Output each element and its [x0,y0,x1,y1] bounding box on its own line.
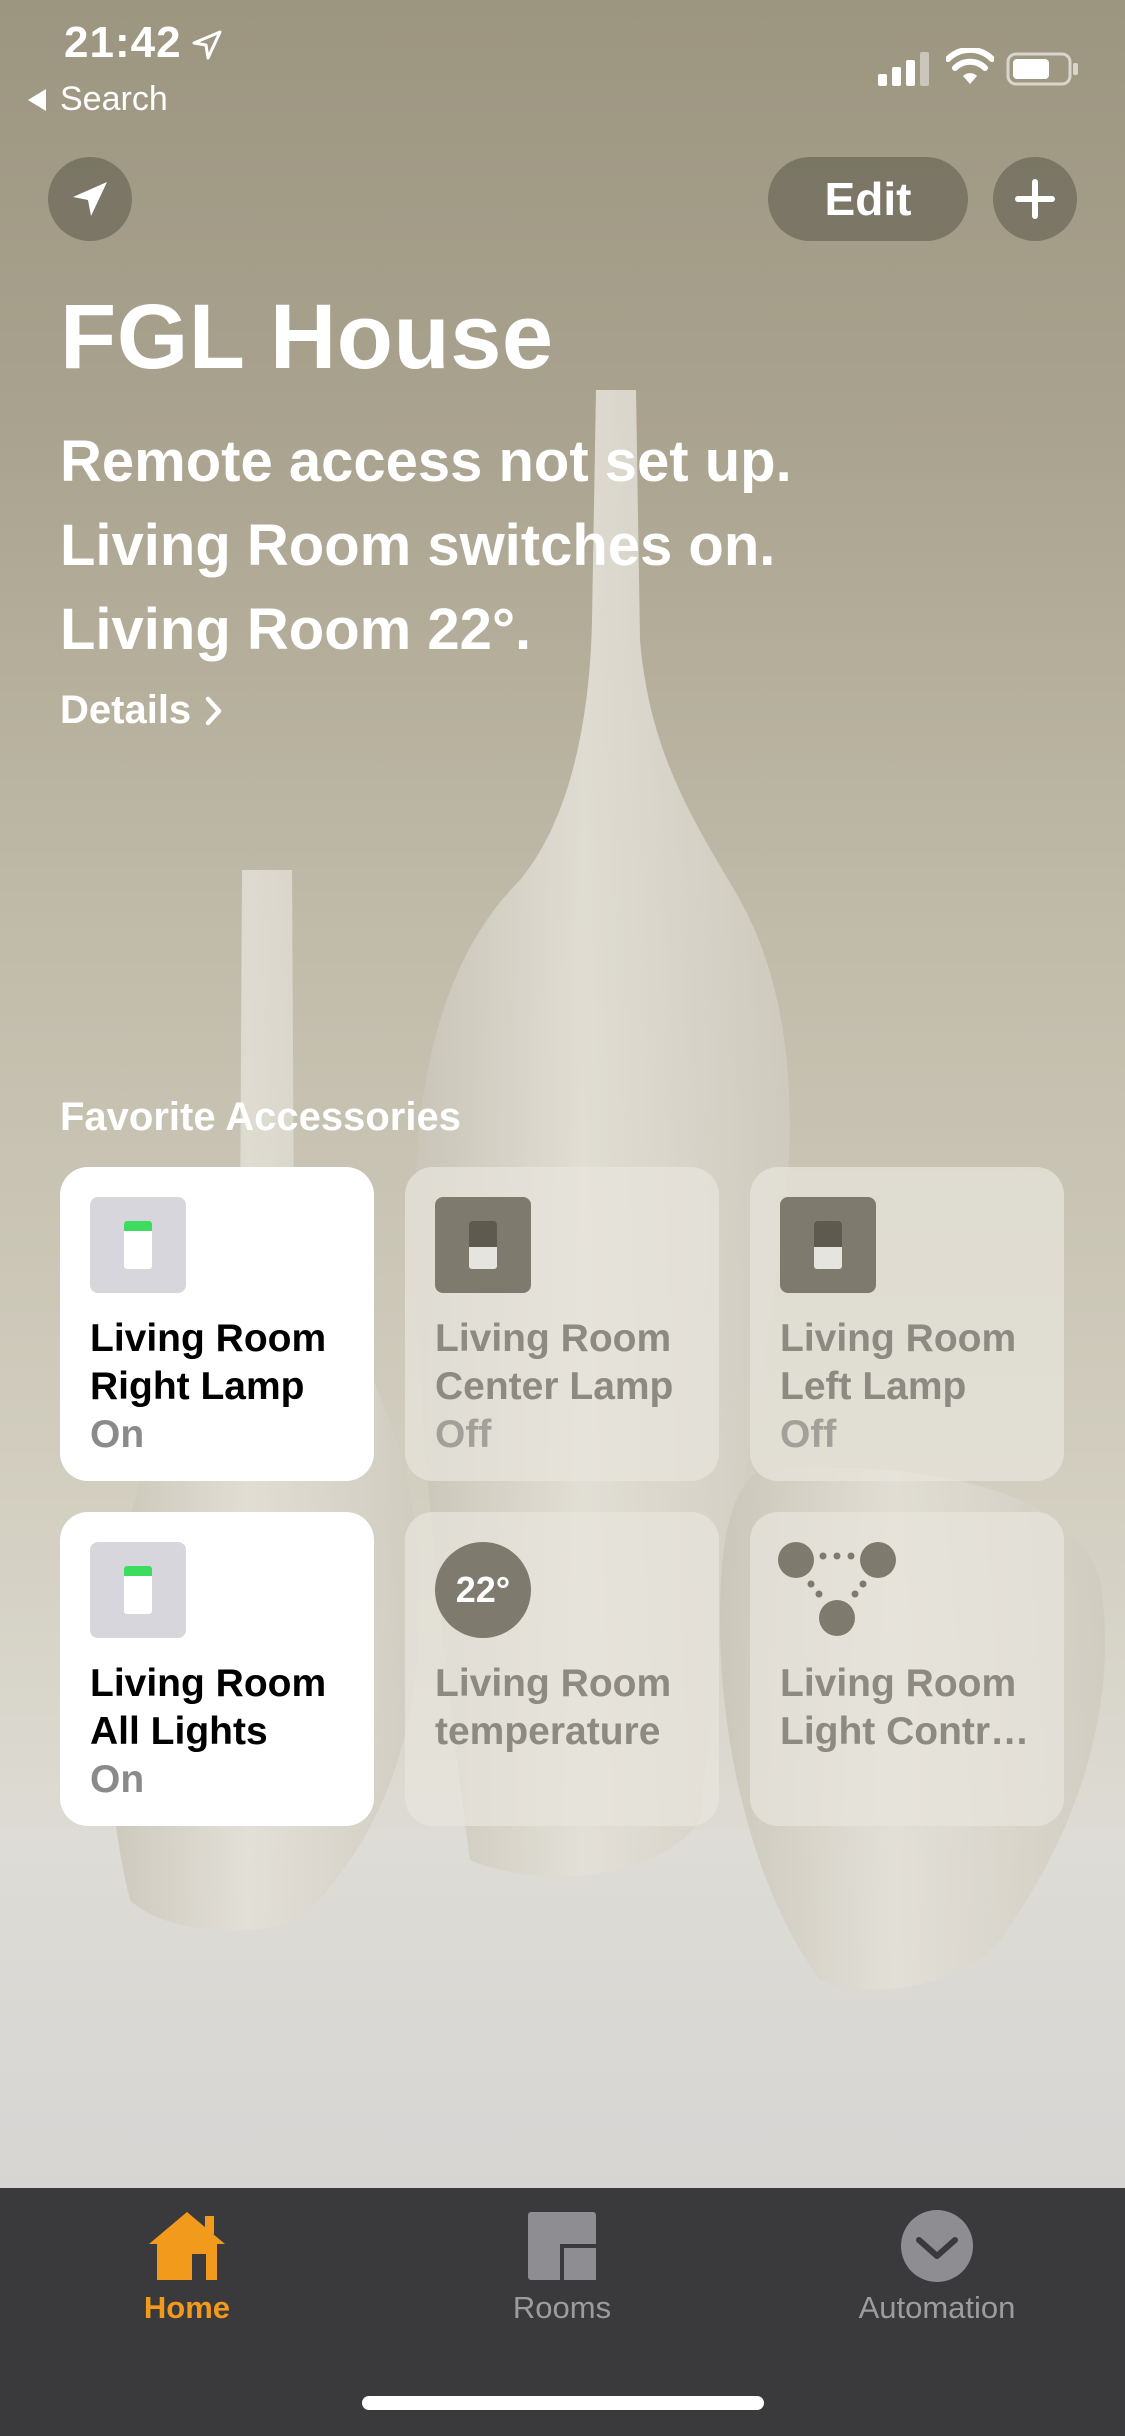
tab-label: Rooms [512,2290,612,2325]
tab-label: Home [143,2290,231,2325]
plus-icon [1015,179,1055,219]
accessory-name-line: Right Lamp [90,1365,305,1408]
accessory-tile-temperature[interactable]: 22° Living Room temperature [405,1512,719,1826]
location-arrow-icon [73,182,107,216]
details-link[interactable]: Details [60,688,223,733]
tab-home[interactable]: Home [67,2208,307,2326]
accessory-name-line: temperature [435,1710,661,1753]
light-switch-icon [90,1197,186,1293]
wifi-icon [945,46,995,91]
accessory-tile-all-lights[interactable]: Living Room All Lights On [60,1512,374,1826]
accessory-name: Living Room Right Lamp [90,1315,360,1411]
clock-check-icon [901,2210,973,2282]
accessory-tile-center-lamp[interactable]: Living Room Center Lamp Off [405,1167,719,1481]
accessory-name: Living Room Light Contr… [780,1660,1050,1756]
accessory-name-line: Living Room [780,1662,1017,1705]
accessory-name-line: Light Contr… [780,1710,1030,1753]
house-icon [149,2212,225,2280]
accessory-state: Off [435,1413,492,1456]
bridge-icon [778,1542,896,1636]
favorites-section-title: Favorite Accessories [60,1095,461,1139]
light-switch-icon [435,1197,531,1293]
accessory-name-line: Living Room [435,1317,672,1360]
accessory-name: Living Room Left Lamp [780,1315,1050,1411]
accessory-state: On [90,1413,145,1456]
tab-automation[interactable]: Automation [817,2208,1057,2326]
accessory-state: Off [780,1413,837,1456]
home-status-summary: Remote access not set up. Living Room sw… [60,420,792,672]
accessory-name-line: Living Room [780,1317,1017,1360]
status-line: Living Room switches on. [60,513,776,578]
back-label: Search [60,80,168,118]
accessory-name: Living Room All Lights [90,1660,360,1756]
location-services-icon [192,30,222,65]
thermometer-icon: 22° [435,1542,531,1638]
rooms-icon [528,2212,596,2280]
back-to-search-button[interactable]: Search [28,80,168,119]
tab-rooms[interactable]: Rooms [442,2208,682,2326]
light-switch-icon [780,1197,876,1293]
status-time: 21:42 [64,18,182,67]
accessory-tile-right-lamp[interactable]: Living Room Right Lamp On [60,1167,374,1481]
accessory-name-line: Living Room [435,1662,672,1705]
edit-button[interactable]: Edit [768,157,968,241]
back-arrow-icon [28,88,46,111]
status-line: Living Room 22°. [60,597,532,662]
accessory-name-line: Living Room [90,1662,327,1705]
add-button[interactable] [993,157,1077,241]
accessory-name-line: Center Lamp [435,1365,674,1408]
accessory-name: Living Room temperature [435,1660,705,1756]
tab-label: Automation [858,2290,1016,2325]
accessory-name-line: Left Lamp [780,1365,967,1408]
accessory-name-line: Living Room [90,1317,327,1360]
status-line: Remote access not set up. [60,429,792,494]
accessory-tile-light-controller[interactable]: Living Room Light Contr… [750,1512,1064,1826]
chevron-right-icon [205,696,222,725]
accessory-tile-left-lamp[interactable]: Living Room Left Lamp Off [750,1167,1064,1481]
accessory-state: On [90,1758,145,1801]
home-title: FGL House [60,286,554,388]
battery-icon [1006,52,1080,91]
accessory-name: Living Room Center Lamp [435,1315,705,1411]
location-button[interactable] [48,157,132,241]
accessory-name-line: All Lights [90,1710,268,1753]
home-indicator[interactable] [362,2396,764,2410]
light-switch-icon [90,1542,186,1638]
details-label: Details [60,688,192,732]
cellular-signal-icon [878,52,934,91]
